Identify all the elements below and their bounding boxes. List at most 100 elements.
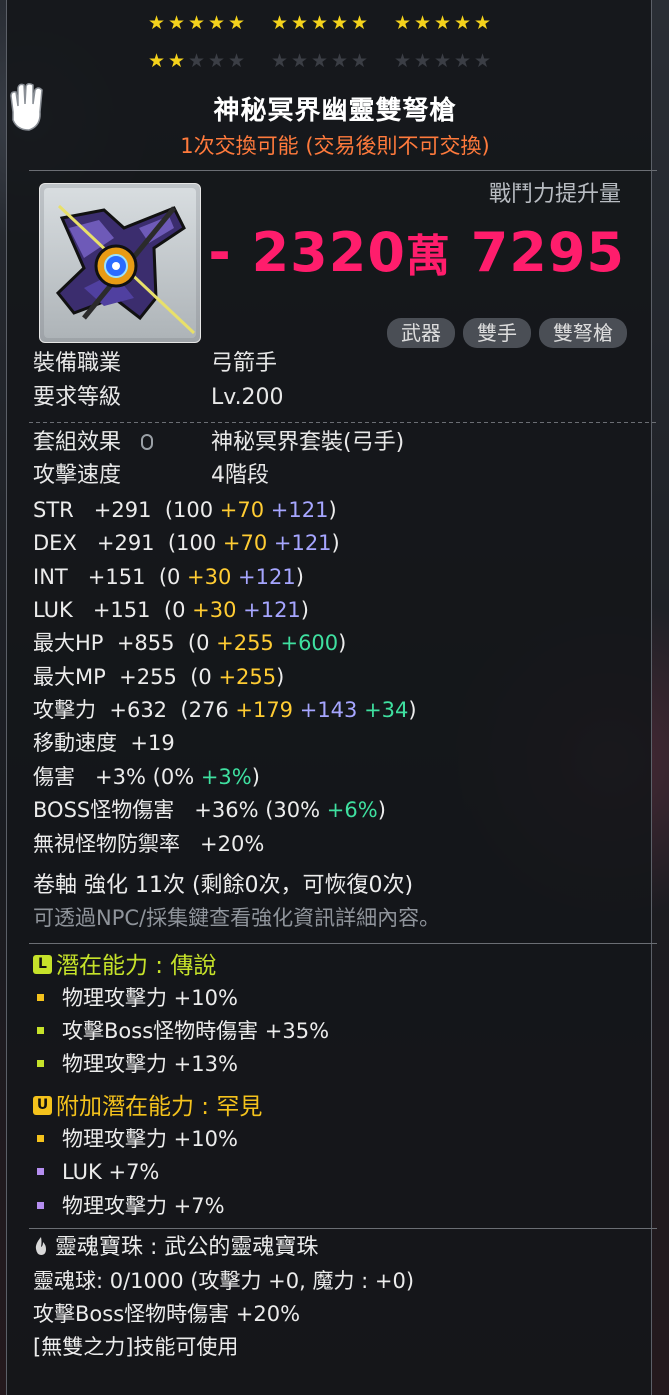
star-icon: ★ — [290, 12, 309, 34]
additional-line-text: 物理攻擊力 +10% — [62, 1127, 238, 1151]
potential-line-text: 攻擊Boss怪物時傷害 +35% — [62, 1019, 330, 1043]
item-tags: 武器 雙手 雙弩槍 — [387, 318, 627, 348]
stat-base: (276 — [180, 698, 236, 722]
star-icon: ★ — [310, 12, 329, 34]
star-icon: ★ — [167, 50, 186, 72]
star-empty-icon: ★ — [187, 50, 206, 72]
star-icon: ★ — [330, 12, 349, 34]
divider — [29, 170, 657, 171]
set-effect-value: 神秘冥界套裝(弓手) — [211, 430, 405, 455]
star-empty-icon: ★ — [227, 50, 246, 72]
stat-row: 攻擊力 +632 (276 +179 +143 +34) — [33, 695, 417, 725]
tag-weapon: 武器 — [387, 318, 455, 348]
stat-label: INT — [33, 565, 68, 589]
stat-base: (0 — [163, 598, 193, 622]
additional-potential-line: LUK +7% — [37, 1157, 159, 1187]
stat-total: +36% — [194, 798, 259, 822]
star-empty-icon: ★ — [393, 50, 412, 72]
stat-total: +151 — [87, 565, 146, 589]
star-empty-icon: ★ — [350, 50, 369, 72]
star-icon: ★ — [413, 12, 432, 34]
item-name: 神秘冥界幽靈雙弩槍 — [213, 96, 457, 126]
stat-base: (30% — [265, 798, 327, 822]
potential-line: 物理攻擊力 +10% — [37, 983, 238, 1013]
additional-line-text: LUK +7% — [62, 1160, 160, 1184]
star-group: ★ ★ ★ ★ ★ — [147, 52, 246, 71]
potential-line: 攻擊Boss怪物時傷害 +35% — [37, 1016, 329, 1046]
star-icon: ★ — [187, 12, 206, 34]
stat-total: +20% — [200, 832, 265, 856]
stat-row: INT +151 (0 +30 +121) — [33, 562, 304, 592]
stat-scroll: +121 — [231, 565, 296, 589]
set-effect-label: 套組效果 — [33, 430, 122, 455]
soul-title: 靈魂寶珠 : 武公的靈魂寶珠 — [55, 1235, 319, 1260]
attack-speed-label: 攻擊速度 — [33, 463, 122, 488]
legendary-badge-icon: L — [33, 955, 52, 974]
stat-close: ) — [377, 798, 386, 822]
attack-speed-row: 攻擊速度 4階段 — [33, 461, 269, 491]
job-row: 裝備職業 弓箭手 — [33, 349, 277, 379]
stat-base: (0 — [158, 565, 188, 589]
stat-flame: +70 — [222, 531, 268, 555]
unique-badge-icon: U — [33, 1096, 52, 1115]
tag-dual-bowgun: 雙弩槍 — [539, 318, 627, 348]
stat-row: 傷害 +3% (0% +3%) — [33, 762, 260, 792]
stat-label: 無視怪物防禦率 — [33, 832, 180, 856]
stat-label: STR — [33, 498, 74, 522]
stat-label: BOSS怪物傷害 — [33, 798, 175, 822]
potential-line: 物理攻擊力 +13% — [37, 1049, 238, 1079]
stat-row: 無視怪物防禦率 +20% — [33, 829, 264, 859]
stat-label: 攻擊力 — [33, 698, 96, 722]
potential-title: 潛在能力 : 傳說 — [56, 953, 217, 979]
stat-base: (0% — [152, 765, 201, 789]
stat-green: +6% — [326, 798, 378, 822]
star-empty-icon: ★ — [310, 50, 329, 72]
stat-label: DEX — [33, 531, 77, 555]
stat-base: (100 — [164, 498, 220, 522]
stat-total: +151 — [92, 598, 151, 622]
stat-row: 移動速度 +19 — [33, 728, 175, 758]
combat-power-value: - 2320萬 7295 — [208, 220, 625, 284]
level-value: Lv.200 — [211, 385, 284, 410]
flame-icon — [35, 1237, 46, 1255]
level-label: 要求等級 — [33, 385, 122, 410]
star-icon: ★ — [433, 12, 452, 34]
stat-close: ) — [331, 531, 340, 555]
soul-line-1: 靈魂球: 0/1000 (攻擊力 +0, 魔力 : +0) — [33, 1269, 415, 1293]
item-tooltip: ★ ★ ★ ★ ★ ★ ★ ★ ★ ★ ★ ★ ★ ★ ★ ★ ★ ★ ★ ★ ★ ★ ★ ★ ★ ★ ★ ★ ★ ★ 神秘冥界… — [6, 0, 657, 1395]
divider — [29, 943, 657, 944]
star-group: ★ ★ ★ ★ ★ — [147, 14, 246, 33]
stat-scroll: +121 — [236, 598, 301, 622]
enhance-hint: 可透過NPC/採集鍵查看強化資訊詳細內容。 — [33, 906, 441, 930]
stat-scroll: +121 — [264, 498, 329, 522]
star-group: ★ ★ ★ ★ ★ — [270, 14, 369, 33]
stat-label: 最大HP — [33, 631, 104, 655]
stat-scroll: +121 — [267, 531, 332, 555]
stat-label: 傷害 — [33, 765, 75, 789]
star-icon: ★ — [473, 12, 492, 34]
stat-row: STR +291 (100 +70 +121) — [33, 495, 337, 525]
bullet-icon — [37, 1134, 44, 1142]
stat-flame: +255 — [218, 665, 277, 689]
stat-base: (0 — [187, 631, 217, 655]
stat-close: ) — [328, 498, 337, 522]
star-empty-icon: ★ — [453, 50, 472, 72]
star-empty-icon: ★ — [290, 50, 309, 72]
combat-power-value-b: 7295 — [450, 221, 625, 284]
stat-close: ) — [408, 698, 417, 722]
set-effect-row[interactable]: 套組效果 神秘冥界套裝(弓手) — [33, 428, 404, 458]
stat-total: +291 — [96, 531, 155, 555]
stat-row: 最大MP +255 (0 +255) — [33, 662, 284, 692]
star-empty-icon: ★ — [473, 50, 492, 72]
bullet-icon — [37, 1026, 44, 1034]
potential-line-text: 物理攻擊力 +13% — [62, 1052, 238, 1076]
star-empty-icon: ★ — [270, 50, 289, 72]
soul-line-3: [無雙之力]技能可使用 — [33, 1335, 239, 1359]
dual-bowgun-icon — [55, 204, 196, 335]
stat-flame: +179 — [235, 698, 294, 722]
stat-flame: +30 — [187, 565, 232, 589]
job-label: 裝備職業 — [33, 351, 122, 376]
bullet-icon — [37, 993, 44, 1001]
stat-total: +3% — [95, 765, 146, 789]
divider — [29, 1228, 657, 1229]
